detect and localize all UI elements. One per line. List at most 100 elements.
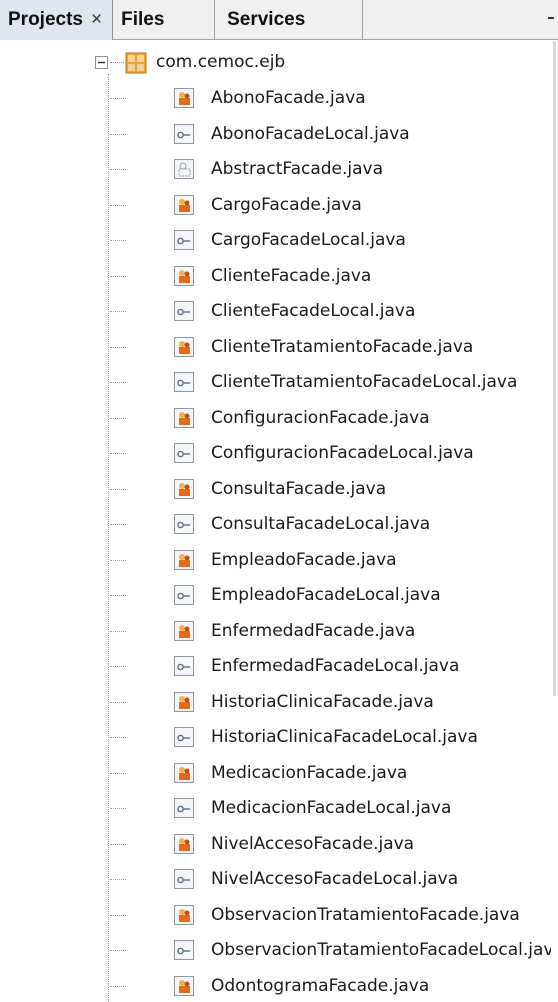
tree-connector: [110, 844, 126, 845]
tree-node-file[interactable]: CargoFacadeLocal.java: [0, 223, 558, 258]
tree-node-file[interactable]: ClienteTratamientoFacadeLocal.java: [0, 365, 558, 400]
tree-node-file[interactable]: ClienteTratamientoFacade.java: [0, 330, 558, 365]
scrollbar-thumb[interactable]: [553, 41, 556, 696]
tree-node-file[interactable]: HistoriaClinicaFacade.java: [0, 685, 558, 720]
tree-connector: [110, 737, 126, 738]
interface-icon: [174, 514, 194, 534]
tab-files-label: Files: [121, 9, 165, 30]
file-label: ObservacionTratamientoFacade.java: [211, 905, 520, 925]
close-icon[interactable]: ×: [91, 9, 102, 31]
interface-icon: [174, 585, 194, 605]
file-label: ConfiguracionFacadeLocal.java: [211, 443, 474, 463]
tree-connector: [110, 773, 126, 774]
tree-node-package[interactable]: com.cemoc.ejb: [0, 45, 558, 80]
tree-node-file[interactable]: NivelAccesoFacade.java: [0, 827, 558, 862]
file-label: ClienteFacadeLocal.java: [211, 301, 416, 321]
file-label: EnfermedadFacadeLocal.java: [211, 656, 460, 676]
session-bean-icon: [174, 763, 194, 783]
tree-connector: [110, 631, 126, 632]
tree-connector: [110, 915, 126, 916]
tab-projects[interactable]: Projects ×: [0, 0, 114, 40]
tree-node-file[interactable]: HistoriaClinicaFacadeLocal.java: [0, 720, 558, 755]
tree-connector: [110, 808, 126, 809]
session-bean-icon: [174, 550, 194, 570]
tab-services-label: Services: [227, 9, 306, 30]
tree-node-file[interactable]: EnfermedadFacade.java: [0, 614, 558, 649]
file-label: ClienteFacade.java: [211, 266, 372, 286]
tree-node-file[interactable]: ObservacionTratamientoFacade.java: [0, 898, 558, 933]
file-label: EnfermedadFacade.java: [211, 621, 416, 641]
file-label: HistoriaClinicaFacade.java: [211, 692, 434, 712]
session-bean-icon: [174, 408, 194, 428]
tree-connector: [110, 950, 126, 951]
interface-icon: [174, 230, 194, 250]
tree-connector: [110, 205, 126, 206]
tree-node-file[interactable]: AbonoFacadeLocal.java: [0, 117, 558, 152]
tree-node-file[interactable]: ObservacionTratamientoFacadeLocal.java: [0, 933, 558, 968]
tab-bar: Projects × Files Services: [0, 0, 558, 40]
tree-connector: [110, 524, 126, 525]
tab-projects-label: Projects: [8, 9, 83, 30]
tree-node-file[interactable]: ConsultaFacade.java: [0, 472, 558, 507]
file-label: ConsultaFacade.java: [211, 479, 387, 499]
file-label: CargoFacadeLocal.java: [211, 230, 406, 250]
tree-node-file[interactable]: EmpleadoFacade.java: [0, 543, 558, 578]
file-label: AbstractFacade.java: [211, 159, 384, 179]
package-label: com.cemoc.ejb: [156, 52, 286, 72]
interface-icon: [174, 656, 194, 676]
session-bean-icon: [174, 976, 194, 996]
file-label: NivelAccesoFacadeLocal.java: [211, 869, 459, 889]
tree-node-file[interactable]: NivelAccesoFacadeLocal.java: [0, 862, 558, 897]
tree-node-file[interactable]: ConsultaFacadeLocal.java: [0, 507, 558, 542]
file-label: ClienteTratamientoFacadeLocal.java: [211, 372, 518, 392]
interface-icon: [174, 869, 194, 889]
file-label: CargoFacade.java: [211, 195, 362, 215]
collapse-icon[interactable]: [95, 56, 109, 70]
interface-icon: [174, 301, 194, 321]
tab-files[interactable]: Files: [113, 0, 216, 40]
tree-node-file[interactable]: ClienteFacade.java: [0, 259, 558, 294]
tree-node-file[interactable]: ConfiguracionFacadeLocal.java: [0, 436, 558, 471]
tree-node-file[interactable]: MedicacionFacadeLocal.java: [0, 791, 558, 826]
file-label: ConsultaFacadeLocal.java: [211, 514, 431, 534]
interface-icon: [174, 798, 194, 818]
interface-icon: [174, 443, 194, 463]
session-bean-icon: [174, 479, 194, 499]
tree-connector: [110, 666, 126, 667]
tree-node-file[interactable]: CargoFacade.java: [0, 188, 558, 223]
tree-connector: [110, 169, 126, 170]
interface-icon: [174, 940, 194, 960]
abstract-class-icon: [174, 159, 194, 179]
interface-icon: [174, 124, 194, 144]
tree-connector: [110, 382, 126, 383]
tree-connector: [110, 489, 126, 490]
session-bean-icon: [174, 88, 194, 108]
file-label: MedicacionFacadeLocal.java: [211, 798, 452, 818]
session-bean-icon: [174, 621, 194, 641]
tree-connector: [110, 453, 126, 454]
tree-connector: [110, 347, 126, 348]
tree-node-file[interactable]: OdontogramaFacade.java: [0, 969, 558, 1002]
tree-node-file[interactable]: AbonoFacade.java: [0, 81, 558, 116]
tree-connector: [110, 134, 126, 135]
tree-connector: [110, 702, 126, 703]
tree-node-file[interactable]: ConfiguracionFacade.java: [0, 401, 558, 436]
file-label: MedicacionFacade.java: [211, 763, 408, 783]
tab-services[interactable]: Services: [215, 0, 364, 40]
tree-connector: [110, 560, 126, 561]
tree-node-file[interactable]: EnfermedadFacadeLocal.java: [0, 649, 558, 684]
tree-connector: [110, 879, 126, 880]
tree-node-file[interactable]: MedicacionFacade.java: [0, 756, 558, 791]
tree-connector: [110, 98, 126, 99]
scrollbar[interactable]: [551, 41, 558, 1002]
file-label: ObservacionTratamientoFacadeLocal.java: [211, 940, 558, 960]
session-bean-icon: [174, 905, 194, 925]
tree-node-file[interactable]: EmpleadoFacadeLocal.java: [0, 578, 558, 613]
file-label: ConfiguracionFacade.java: [211, 408, 430, 428]
file-label: EmpleadoFacadeLocal.java: [211, 585, 441, 605]
tree-connector: [110, 62, 124, 63]
tree-node-file[interactable]: AbstractFacade.java: [0, 152, 558, 187]
file-label: NivelAccesoFacade.java: [211, 834, 415, 854]
tree-node-file[interactable]: ClienteFacadeLocal.java: [0, 294, 558, 329]
file-label: HistoriaClinicaFacadeLocal.java: [211, 727, 478, 747]
